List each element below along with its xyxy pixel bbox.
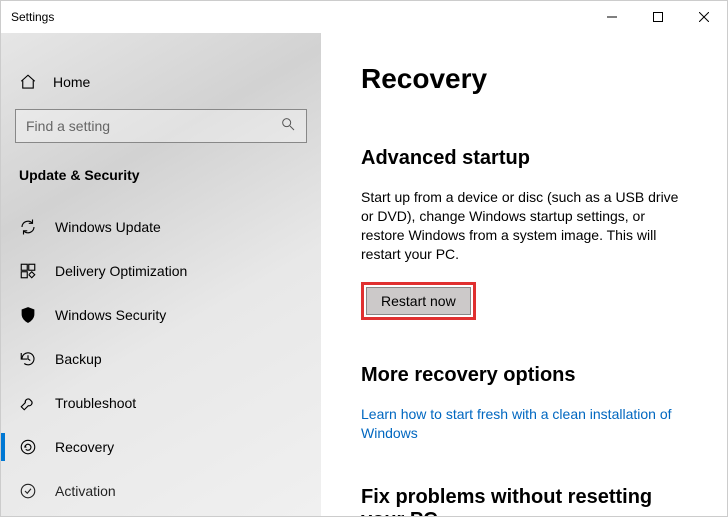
home-nav[interactable]: Home [1,63,321,101]
sidebar-item-recovery[interactable]: Recovery [1,425,321,469]
window-controls [589,1,727,33]
delivery-icon [19,262,37,280]
sidebar-item-delivery-optimization[interactable]: Delivery Optimization [1,249,321,293]
sidebar: Home Update & Security Windows Update [1,33,321,516]
sidebar-item-label: Delivery Optimization [55,263,187,279]
wrench-icon [19,394,37,412]
sidebar-item-windows-update[interactable]: Windows Update [1,205,321,249]
more-recovery-heading: More recovery options [361,364,687,387]
restart-now-highlight: Restart now [361,282,476,320]
search-icon [280,116,296,137]
window-title: Settings [11,10,54,24]
shield-icon [19,306,37,324]
advanced-startup-text: Start up from a device or disc (such as … [361,188,687,264]
advanced-startup-heading: Advanced startup [361,147,687,170]
fix-problems-heading: Fix problems without resetting your PC [361,486,687,516]
maximize-button[interactable] [635,1,681,33]
recovery-icon [19,438,37,456]
sidebar-item-label: Troubleshoot [55,395,136,411]
backup-icon [19,350,37,368]
fresh-start-link[interactable]: Learn how to start fresh with a clean in… [361,405,687,444]
sidebar-item-label: Backup [55,351,102,367]
titlebar: Settings [1,1,727,33]
page-title: Recovery [361,63,687,95]
sidebar-item-label: Windows Security [55,307,166,323]
sync-icon [19,218,37,236]
sidebar-item-label: Activation [55,483,116,499]
activation-icon [19,482,37,500]
sidebar-item-label: Recovery [55,439,114,455]
content-pane: Recovery Advanced startup Start up from … [321,33,727,516]
nav-list: Windows Update Delivery Optimization Win… [1,205,321,513]
sidebar-item-label: Windows Update [55,219,161,235]
search-box[interactable] [15,109,307,143]
sidebar-item-windows-security[interactable]: Windows Security [1,293,321,337]
category-header: Update & Security [1,161,321,205]
home-icon [19,73,37,91]
home-label: Home [53,74,90,90]
sidebar-item-troubleshoot[interactable]: Troubleshoot [1,381,321,425]
sidebar-item-backup[interactable]: Backup [1,337,321,381]
sidebar-item-activation[interactable]: Activation [1,469,321,513]
search-input[interactable] [26,118,280,134]
close-button[interactable] [681,1,727,33]
restart-now-button[interactable]: Restart now [366,287,471,315]
minimize-button[interactable] [589,1,635,33]
